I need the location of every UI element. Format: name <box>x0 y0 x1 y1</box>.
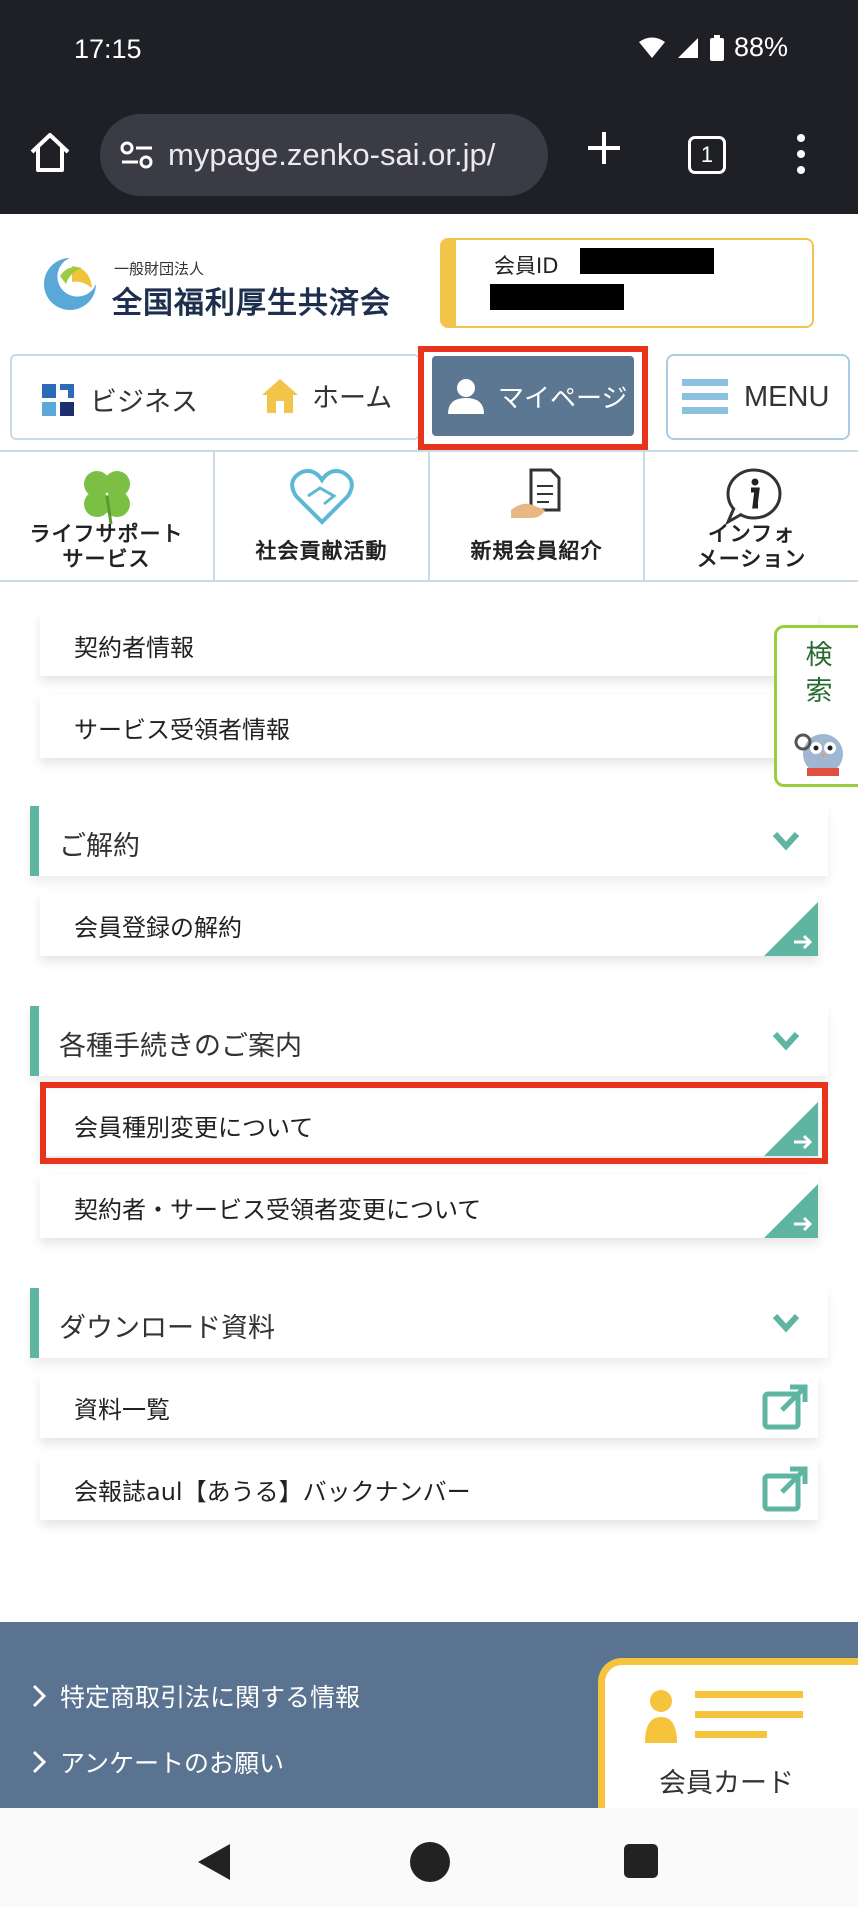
home-button-icon[interactable] <box>410 1842 450 1882</box>
list-item-label: 契約者情報 <box>74 634 194 662</box>
subnav-information[interactable]: インフォ メーション <box>645 452 858 580</box>
nav-business-label: ビジネス <box>90 387 198 418</box>
battery-percent: 88% <box>733 32 788 62</box>
menu-button[interactable]: MENU <box>666 354 850 440</box>
list-item[interactable]: 契約者・サービス受領者変更について <box>40 1174 818 1238</box>
list-item[interactable]: 会員登録の解約 <box>40 892 818 956</box>
subnav-social[interactable]: 社会貢献活動 <box>215 452 430 580</box>
new-tab-icon[interactable] <box>582 126 626 170</box>
section-procedures[interactable]: 各種手続きのご案内 <box>30 1006 828 1076</box>
subnav-label: インフォ メーション <box>696 522 807 571</box>
search-tab[interactable]: 検索 <box>774 625 858 787</box>
section-title: 各種手続きのご案内 <box>59 1031 302 1062</box>
search-tab-label: 検索 <box>805 640 833 707</box>
highlight-frame <box>40 1082 828 1164</box>
chevron-right-icon <box>32 1750 46 1774</box>
site-header: 一般財団法人 全国福利厚生共済会 会員ID <box>0 214 858 354</box>
footer-link-label: アンケートのお願い <box>60 1749 285 1778</box>
nav-tabs: ビジネス ホーム <box>10 354 420 440</box>
sub-nav: ライフサポート サービス 社会貢献活動 新規会員紹介 インフォ メーション <box>0 450 858 582</box>
battery-icon <box>709 34 724 61</box>
signal-icon <box>677 37 698 58</box>
chevron-right-icon <box>32 1684 46 1708</box>
section-cancel[interactable]: ご解約 <box>30 806 828 876</box>
list-item-label: 契約者・サービス受領者変更について <box>74 1196 482 1224</box>
wifi-icon <box>638 37 665 58</box>
user-icon <box>448 379 484 414</box>
member-id-label: 会員ID <box>494 254 559 278</box>
subnav-life-support[interactable]: ライフサポート サービス <box>0 452 215 580</box>
arrow-right-icon <box>764 1184 818 1238</box>
list-item-label: 会員登録の解約 <box>74 914 242 942</box>
nav-home[interactable]: ホーム <box>260 376 392 415</box>
member-card-label: 会員カード <box>659 1768 794 1799</box>
heart-handshake-icon <box>289 469 354 525</box>
list-item[interactable]: 契約者情報 <box>40 612 818 676</box>
android-nav-bar <box>0 1808 858 1907</box>
footer-link-label: 特定商取引法に関する情報 <box>60 1683 361 1712</box>
nav-mypage-label: マイページ <box>498 383 628 414</box>
owl-mascot-icon <box>794 733 843 776</box>
redaction-bar <box>490 284 624 310</box>
list-item-label: 資料一覧 <box>74 1396 170 1424</box>
browser-toolbar: mypage.zenko-sai.or.jp/ 1 <box>0 98 858 214</box>
status-indicators: 88% <box>638 32 788 63</box>
zenko-logo-icon[interactable] <box>42 254 98 314</box>
status-bar: 17:15 88% <box>0 0 858 98</box>
recents-icon[interactable] <box>624 1844 658 1878</box>
footer-link[interactable]: アンケートのお願い <box>32 1744 284 1780</box>
list-item-label: 会報誌aul【あうる】バックナンバー <box>74 1478 471 1506</box>
redaction-bar <box>580 248 714 274</box>
arrow-right-icon <box>764 902 818 956</box>
section-title: ダウンロード資料 <box>59 1313 275 1344</box>
subnav-label: 社会貢献活動 <box>255 539 388 563</box>
url-bar[interactable]: mypage.zenko-sai.or.jp/ <box>100 114 548 196</box>
member-id-box: 会員ID <box>440 238 814 328</box>
nav-mypage[interactable]: マイページ <box>432 356 634 436</box>
business-icon <box>42 383 74 416</box>
mypage-highlight-frame: マイページ <box>418 346 648 450</box>
status-time: 17:15 <box>74 34 142 64</box>
back-icon[interactable] <box>196 1842 232 1882</box>
section-downloads[interactable]: ダウンロード資料 <box>30 1288 828 1358</box>
org-type: 一般財団法人 <box>114 260 205 278</box>
more-options-icon[interactable] <box>796 132 806 176</box>
tab-switcher-button[interactable]: 1 <box>688 136 726 174</box>
footer: 特定商取引法に関する情報 アンケートのお願い 会員カード <box>0 1622 858 1818</box>
home-icon[interactable] <box>28 130 72 174</box>
nav-business[interactable]: ビジネス <box>40 380 198 419</box>
list-item[interactable]: 会報誌aul【あうる】バックナンバー <box>40 1456 818 1520</box>
external-link-icon <box>762 1466 808 1512</box>
list-item[interactable]: 資料一覧 <box>40 1374 818 1438</box>
member-card-button[interactable]: 会員カード <box>598 1658 858 1818</box>
list-item-label: サービス受領者情報 <box>74 716 290 744</box>
section-title: ご解約 <box>59 831 140 862</box>
main-nav: ビジネス ホーム マイページ MENU <box>0 346 858 450</box>
subnav-referral[interactable]: 新規会員紹介 <box>430 452 645 580</box>
menu-label: MENU <box>744 380 830 413</box>
url-text: mypage.zenko-sai.or.jp/ <box>168 137 496 172</box>
subnav-label: ライフサポート サービス <box>29 522 184 571</box>
clover-icon <box>83 471 130 525</box>
hamburger-icon <box>682 379 728 414</box>
footer-link[interactable]: 特定商取引法に関する情報 <box>32 1678 360 1714</box>
house-icon <box>262 378 298 413</box>
mypage-content: 契約者情報 サービス受領者情報 ご解約 会員登録の解約 各種手続きのご案内 会員… <box>0 582 858 1622</box>
chevron-down-icon <box>772 1313 800 1333</box>
member-card-icon <box>645 1690 803 1743</box>
list-item[interactable]: サービス受領者情報 <box>40 694 818 758</box>
external-link-icon <box>762 1384 808 1430</box>
chevron-down-icon <box>772 1031 800 1051</box>
document-hand-icon <box>510 468 560 518</box>
chevron-down-icon <box>772 831 800 851</box>
subnav-label: 新規会員紹介 <box>470 539 603 563</box>
nav-home-label: ホーム <box>312 383 393 414</box>
org-name[interactable]: 全国福利厚生共済会 <box>112 278 391 322</box>
info-bubble-icon <box>724 468 781 526</box>
site-settings-icon[interactable] <box>120 140 154 170</box>
